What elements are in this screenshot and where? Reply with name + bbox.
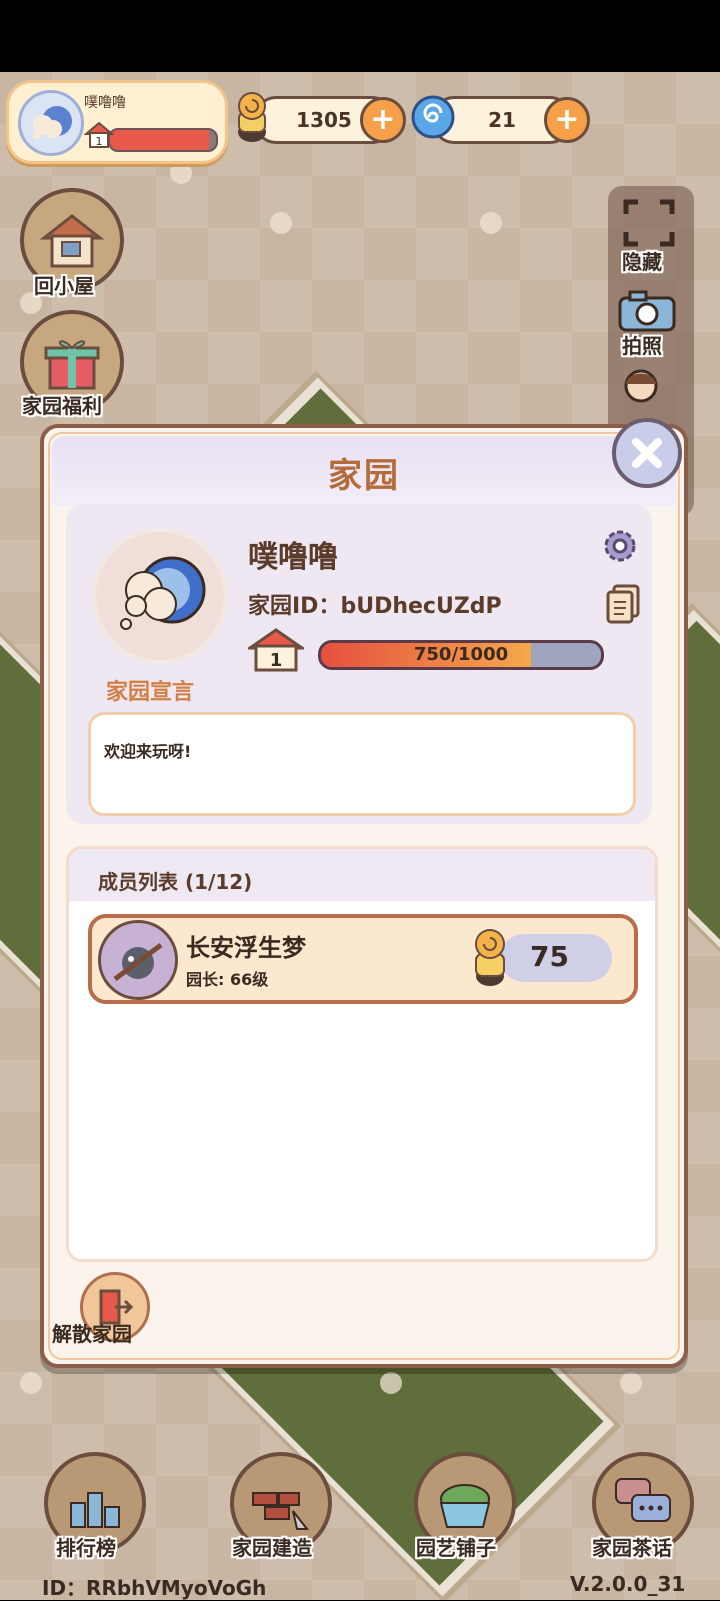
flower-basket-icon	[439, 1484, 491, 1528]
profile-exp-bar	[108, 128, 218, 152]
camera-icon[interactable]	[614, 288, 678, 334]
home-id-label: 家园ID：	[248, 594, 341, 619]
bird-avatar-icon	[113, 942, 163, 982]
home-name: 噗噜噜	[248, 540, 338, 575]
home-level: 1	[270, 650, 283, 671]
declaration-text: 欢迎来玩呀!	[104, 742, 192, 761]
profile-level: 1	[96, 135, 103, 148]
rank-label: 排行榜	[56, 1536, 116, 1560]
member-name: 长安浮生梦	[186, 934, 306, 962]
spiral-gem-icon	[411, 95, 455, 139]
home-avatar[interactable]	[92, 528, 228, 664]
cloud-moon-icon	[120, 556, 206, 630]
add-coins-button[interactable]: +	[360, 97, 406, 143]
declaration-box[interactable]	[88, 712, 636, 816]
podium-icon	[70, 1492, 120, 1528]
brick-trowel-icon	[252, 1492, 310, 1530]
profile-name: 噗噜噜	[84, 95, 126, 111]
member-role: 园长: 66级	[186, 970, 269, 989]
members-card	[66, 846, 658, 1262]
home-id-value: bUDhecUZdP	[340, 594, 502, 619]
member-avatar[interactable]	[98, 920, 178, 1000]
chat-label: 家园茶话	[592, 1536, 672, 1560]
profile-exp-fill	[110, 130, 209, 150]
sun-decoration	[270, 212, 292, 234]
build-label: 家园建造	[232, 1536, 312, 1560]
sun-decoration	[480, 212, 502, 234]
photo-button-label: 拍照	[622, 334, 662, 358]
members-title: 成员列表 (1/12)	[98, 870, 253, 894]
sun-decoration	[20, 1372, 42, 1394]
home-progress-text: 750/1000	[413, 644, 509, 665]
profile-avatar[interactable]	[18, 90, 84, 156]
house-icon	[40, 214, 104, 268]
member-score: 75	[530, 940, 569, 973]
dialog-title: 家园	[328, 456, 400, 496]
character-icon[interactable]	[618, 366, 664, 412]
snail-coin-value: 1305	[296, 108, 352, 132]
gift-icon	[44, 340, 100, 390]
hide-button-label: 隐藏	[622, 250, 662, 274]
snail-coin-icon	[238, 92, 266, 142]
close-icon	[632, 438, 662, 468]
home-id-line: 家园ID：bUDhecUZdP	[248, 588, 502, 620]
sun-decoration	[380, 1372, 402, 1394]
cloud-moon-icon	[33, 106, 72, 139]
snail-coin-icon	[475, 929, 505, 986]
sun-decoration	[620, 1372, 642, 1394]
declaration-label: 家园宣言	[106, 680, 195, 705]
copy-icon[interactable]	[606, 584, 640, 624]
version-label: V.2.0.0_31	[570, 1572, 686, 1596]
home-level-icon: 1	[248, 628, 304, 672]
sun-decoration	[170, 162, 192, 184]
home-button-label: 回小屋	[34, 274, 94, 298]
chat-bubbles-icon	[615, 1478, 671, 1522]
disband-label: 解散家园	[52, 1322, 132, 1346]
home-level-icon: 1	[84, 121, 114, 148]
spiral-gem-value: 21	[488, 108, 516, 132]
status-bar	[0, 0, 720, 72]
home-progress-bar: 750/1000	[318, 640, 604, 670]
shop-label: 园艺铺子	[416, 1536, 496, 1560]
gear-icon[interactable]	[600, 526, 640, 566]
add-gems-button[interactable]: +	[544, 97, 590, 143]
welfare-button-label: 家园福利	[22, 394, 102, 418]
player-id: ID：RRbhVMyoVoGh	[42, 1576, 267, 1600]
hide-icon[interactable]	[622, 198, 676, 248]
close-button[interactable]	[612, 418, 682, 488]
